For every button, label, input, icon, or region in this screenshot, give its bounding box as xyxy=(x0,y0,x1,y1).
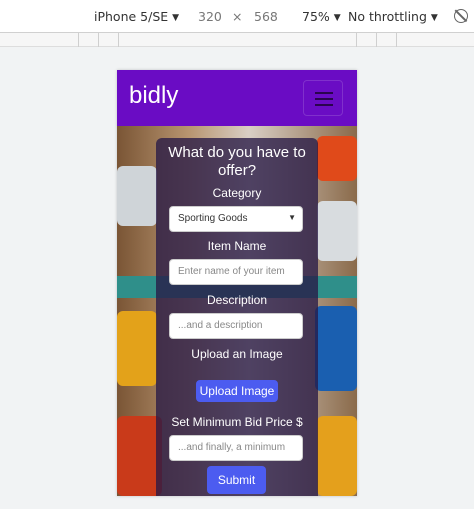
mug-shape xyxy=(315,306,357,391)
brand-logo[interactable]: bidly xyxy=(129,82,178,110)
category-label: Category xyxy=(212,186,262,200)
device-select[interactable]: iPhone 5/SE ▼ xyxy=(94,9,179,24)
mug-shape xyxy=(317,416,357,496)
media-query-ruler xyxy=(0,33,474,47)
device-name: iPhone 5/SE xyxy=(94,9,169,24)
throttle-value: No throttling xyxy=(348,9,427,24)
min-bid-label: Set Minimum Bid Price $ xyxy=(171,415,303,429)
description-input[interactable]: ...and a description xyxy=(169,313,303,339)
hamburger-menu-icon[interactable] xyxy=(303,80,343,116)
chevron-down-icon: ▼ xyxy=(333,13,341,23)
height-input[interactable]: 568 xyxy=(254,9,278,24)
throttle-select[interactable]: No throttling ▼ xyxy=(348,9,438,24)
devtools-toolbar: iPhone 5/SE ▼ 320 × 568 75% ▼ No throttlin… xyxy=(0,0,474,33)
ruler-divider xyxy=(98,33,99,47)
ruler-divider xyxy=(376,33,377,47)
navbar: bidly xyxy=(117,70,357,126)
dimension-separator: × xyxy=(232,9,243,24)
hamburger-line xyxy=(315,92,333,94)
upload-image-button[interactable]: Upload Image xyxy=(196,380,278,402)
mug-shape xyxy=(117,311,157,386)
chevron-down-icon: ▼ xyxy=(172,13,180,23)
submit-button[interactable]: Submit xyxy=(207,466,266,494)
category-value: Sporting Goods xyxy=(178,213,248,224)
width-input[interactable]: 320 xyxy=(198,9,222,24)
ruler-divider xyxy=(396,33,397,47)
item-name-label: Item Name xyxy=(207,239,267,253)
mug-shape xyxy=(117,166,157,226)
ruler-divider xyxy=(78,33,79,47)
item-name-input[interactable]: Enter name of your item xyxy=(169,259,303,285)
zoom-select[interactable]: 75% ▼ xyxy=(302,9,341,24)
device-viewport: bidly What do you have to offer? Categor… xyxy=(117,70,357,496)
form-title: What do you have to offer? xyxy=(168,144,306,179)
mug-shape xyxy=(317,201,357,261)
mug-shape xyxy=(317,136,357,181)
min-bid-input[interactable]: ...and finally, a minimum xyxy=(169,435,303,461)
hamburger-line xyxy=(315,104,333,106)
category-select[interactable]: Sporting Goods ▼ xyxy=(169,206,303,232)
chevron-down-icon: ▼ xyxy=(288,213,296,222)
chevron-down-icon: ▼ xyxy=(430,13,438,23)
offer-form: What do you have to offer? Category Spor… xyxy=(156,138,318,496)
upload-label: Upload an Image xyxy=(191,347,283,361)
ruler-divider xyxy=(356,33,357,47)
hamburger-line xyxy=(315,98,333,100)
description-label: Description xyxy=(206,293,268,307)
ruler-divider xyxy=(118,33,119,47)
zoom-value: 75% xyxy=(302,9,330,24)
rotate-icon[interactable] xyxy=(454,9,468,23)
